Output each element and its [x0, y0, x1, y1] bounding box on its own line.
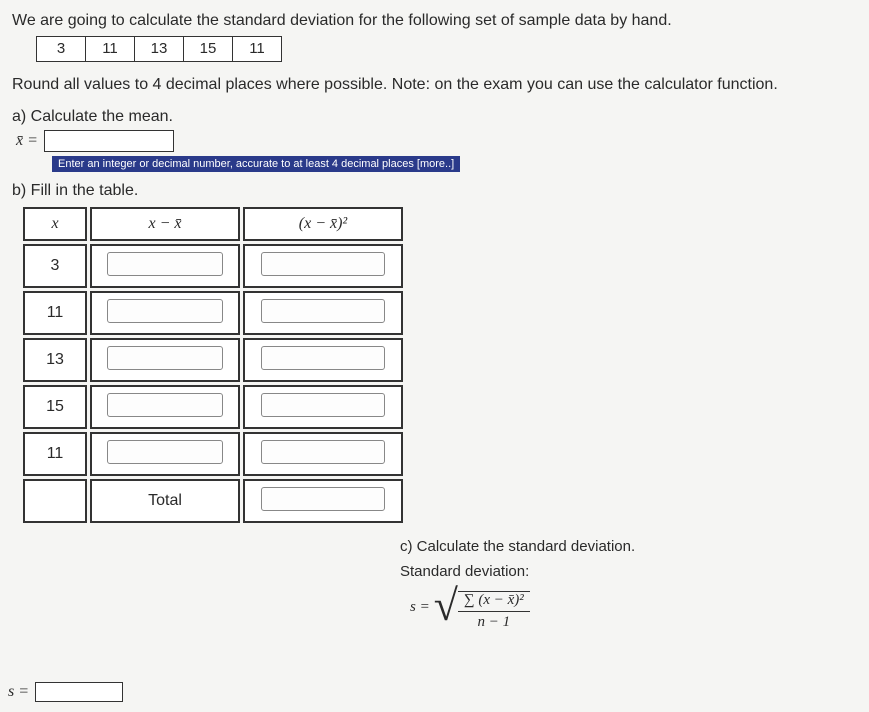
diff-input[interactable]	[107, 252, 222, 276]
sq-input[interactable]	[261, 346, 384, 370]
diff-input[interactable]	[107, 440, 222, 464]
diff-input[interactable]	[107, 299, 222, 323]
data-cell: 3	[36, 36, 86, 62]
part-c-label: c) Calculate the standard deviation.	[400, 538, 635, 555]
table-row: 13	[23, 338, 403, 382]
header-diff: x − x̄	[90, 207, 240, 241]
part-b-label: b) Fill in the table.	[12, 182, 857, 200]
header-x: x	[23, 207, 87, 241]
radical-icon: √	[434, 584, 458, 631]
mean-hint[interactable]: Enter an integer or decimal number, accu…	[52, 156, 460, 172]
formula-lhs: s =	[410, 599, 430, 616]
table-row: 11	[23, 432, 403, 476]
sd-formula: s = √ ∑ (x − x̄)² n − 1	[410, 584, 635, 631]
mean-input[interactable]	[44, 130, 174, 152]
sd-label: Standard deviation:	[400, 563, 635, 580]
data-cell: 11	[85, 36, 135, 62]
table-row: 11	[23, 291, 403, 335]
row-x: 13	[23, 338, 87, 382]
table-row: 3	[23, 244, 403, 288]
s-equals: s =	[8, 683, 29, 701]
data-cell: 13	[134, 36, 184, 62]
part-a-label: a) Calculate the mean.	[12, 108, 857, 126]
sq-input[interactable]	[261, 252, 384, 276]
row-x: 15	[23, 385, 87, 429]
rounding-note: Round all values to 4 decimal places whe…	[12, 76, 857, 94]
intro-text: We are going to calculate the standard d…	[12, 12, 857, 30]
s-input[interactable]	[35, 682, 123, 702]
sq-input[interactable]	[261, 393, 384, 417]
data-cell: 11	[232, 36, 282, 62]
row-x: 11	[23, 432, 87, 476]
diff-input[interactable]	[107, 346, 222, 370]
total-blank	[23, 479, 87, 523]
header-sq: (x − x̄)²	[243, 207, 403, 241]
sample-data-row: 3 11 13 15 11	[36, 36, 857, 62]
row-x: 11	[23, 291, 87, 335]
formula-numerator: ∑ (x − x̄)²	[458, 592, 530, 612]
deviation-table: x x − x̄ (x − x̄)² 3 11 13 15 11 Total	[20, 204, 406, 526]
row-x: 3	[23, 244, 87, 288]
mean-symbol: x̄ =	[16, 132, 38, 150]
total-input[interactable]	[261, 487, 384, 511]
table-total-row: Total	[23, 479, 403, 523]
sq-input[interactable]	[261, 440, 384, 464]
diff-input[interactable]	[107, 393, 222, 417]
sq-input[interactable]	[261, 299, 384, 323]
total-label: Total	[90, 479, 240, 523]
formula-denominator: n − 1	[478, 612, 511, 631]
data-cell: 15	[183, 36, 233, 62]
table-row: 15	[23, 385, 403, 429]
